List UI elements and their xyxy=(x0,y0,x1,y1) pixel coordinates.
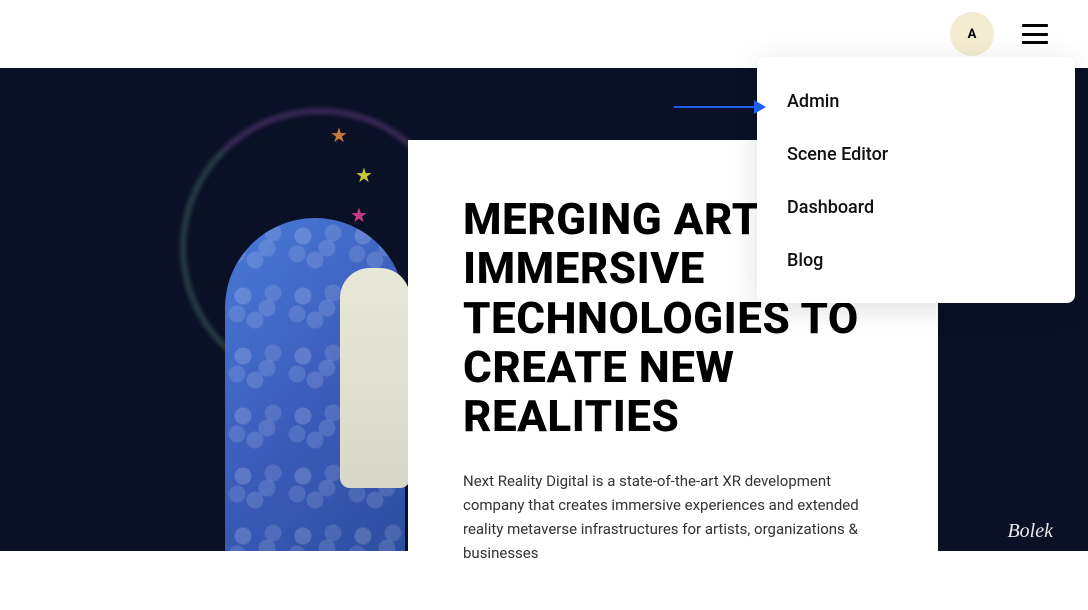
user-dropdown: Admin Scene Editor Dashboard Blog xyxy=(757,57,1075,303)
corner-label: Bolek xyxy=(1007,520,1053,543)
star-icon: ★ xyxy=(355,163,373,187)
hamburger-menu-icon[interactable] xyxy=(1022,24,1048,44)
dropdown-item-label: Admin xyxy=(787,91,839,112)
avatar-button[interactable]: A xyxy=(950,12,994,56)
dropdown-item-blog[interactable]: Blog xyxy=(757,234,1075,287)
arrow-line xyxy=(674,106,754,108)
dropdown-item-admin[interactable]: Admin xyxy=(757,73,1075,128)
dropdown-item-label: Dashboard xyxy=(787,197,874,218)
avatar-letter: A xyxy=(968,27,977,42)
dropdown-item-label: Scene Editor xyxy=(787,144,888,165)
dropdown-item-label: Blog xyxy=(787,250,823,271)
star-icon: ★ xyxy=(330,123,348,147)
arrow-right-icon xyxy=(754,100,766,114)
dropdown-item-scene-editor[interactable]: Scene Editor xyxy=(757,128,1075,181)
annotation-arrow xyxy=(674,100,766,114)
dropdown-item-dashboard[interactable]: Dashboard xyxy=(757,181,1075,234)
hero-artwork: ★ ★ ★ ★ xyxy=(0,68,420,551)
figure-body xyxy=(340,268,410,488)
